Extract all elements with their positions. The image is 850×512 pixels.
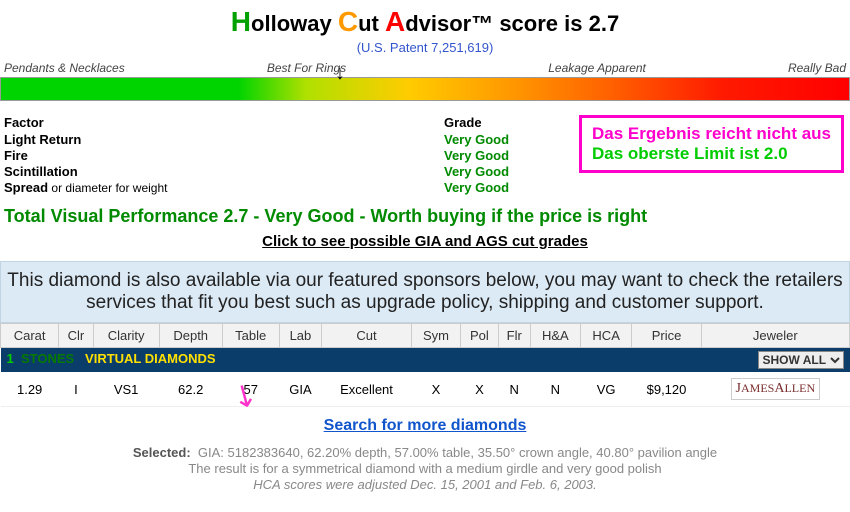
col-pol[interactable]: Pol: [461, 324, 499, 348]
threshold-warning-box: Das Ergebnis reicht nicht aus Das oberst…: [579, 115, 844, 173]
logo-h: H: [231, 6, 251, 37]
scale-label-leakage: Leakage Apparent: [548, 61, 646, 75]
scale-label-pendants: Pendants & Necklaces: [4, 61, 125, 75]
total-visual-performance: Total Visual Performance 2.7 - Very Good…: [4, 206, 846, 227]
scale-label-bad: Really Bad: [788, 61, 846, 75]
cell-cut: Excellent: [322, 372, 412, 407]
factor-header: Factor: [4, 115, 434, 132]
color-scale-bar: [0, 77, 850, 101]
cell-price: $9,120: [632, 372, 701, 407]
footer-symmetry: The result is for a symmetrical diamond …: [0, 461, 850, 476]
jeweler-logo: JAMESALLEN: [731, 378, 821, 400]
possible-grades-link[interactable]: Click to see possible GIA and AGS cut gr…: [262, 233, 588, 250]
cell-depth: 62.2: [159, 372, 222, 407]
col-jeweler[interactable]: Jeweler: [701, 324, 849, 348]
factor-spread: Spread or diameter for weight: [4, 180, 434, 196]
sponsor-message: This diamond is also available via our f…: [0, 261, 850, 323]
col-carat[interactable]: Carat: [1, 324, 59, 348]
patent-text: (U.S. Patent 7,251,619): [0, 40, 850, 55]
col-cut[interactable]: Cut: [322, 324, 412, 348]
cell-clr: I: [59, 372, 93, 407]
cell-sym: X: [411, 372, 460, 407]
stone-count: 1: [7, 351, 14, 366]
logo-c: C: [338, 6, 358, 37]
show-all-select[interactable]: SHOW ALL: [758, 351, 844, 369]
factor-light-return: Light Return: [4, 132, 434, 148]
grade-scintillation: Very Good: [444, 164, 509, 180]
footer: Selected: GIA: 5182383640, 62.20% depth,…: [0, 445, 850, 492]
col-sym[interactable]: Sym: [411, 324, 460, 348]
cell-table: 57: [222, 372, 279, 407]
logo-a: A: [385, 6, 405, 37]
col-table[interactable]: Table: [222, 324, 279, 348]
footer-adjustment-note: HCA scores were adjusted Dec. 15, 2001 a…: [0, 477, 850, 492]
col-lab[interactable]: Lab: [279, 324, 321, 348]
grade-spread: Very Good: [444, 180, 509, 196]
warning-line2: Das oberste Limit ist 2.0: [592, 144, 831, 164]
col-clr[interactable]: Clr: [59, 324, 93, 348]
grade-fire: Very Good: [444, 148, 509, 164]
cell-jeweler[interactable]: JAMESALLEN: [701, 372, 849, 407]
factor-scintillation: Scintillation: [4, 164, 434, 180]
grade-light-return: Very Good: [444, 132, 509, 148]
cell-ha: N: [530, 372, 580, 407]
table-row[interactable]: 1.29 I VS1 62.2 57 GIA Excellent X X N N…: [1, 372, 850, 407]
selected-detail: GIA: 5182383640, 62.20% depth, 57.00% ta…: [198, 445, 717, 460]
cell-carat: 1.29: [1, 372, 59, 407]
warning-line1: Das Ergebnis reicht nicht aus: [592, 124, 831, 144]
score-arrow-icon: ↓: [335, 63, 345, 83]
col-ha[interactable]: H&A: [530, 324, 580, 348]
grade-header: Grade: [444, 115, 509, 132]
col-depth[interactable]: Depth: [159, 324, 222, 348]
cell-pol: X: [461, 372, 499, 407]
page-title: Holloway Cut Advisor™ score is 2.7: [0, 6, 850, 38]
cell-hca: VG: [580, 372, 631, 407]
col-flr[interactable]: Flr: [498, 324, 530, 348]
search-more-link[interactable]: Search for more diamonds: [324, 417, 527, 434]
selected-label: Selected:: [133, 445, 191, 460]
col-hca[interactable]: HCA: [580, 324, 631, 348]
cell-clarity: VS1: [93, 372, 159, 407]
cell-flr: N: [498, 372, 530, 407]
col-clarity[interactable]: Clarity: [93, 324, 159, 348]
cell-lab: GIA: [279, 372, 321, 407]
results-band: 1 STONES VIRTUAL DIAMONDS SHOW ALL: [1, 348, 850, 373]
results-table: Carat Clr Clarity Depth Table Lab Cut Sy…: [0, 323, 850, 407]
col-price[interactable]: Price: [632, 324, 701, 348]
factor-fire: Fire: [4, 148, 434, 164]
